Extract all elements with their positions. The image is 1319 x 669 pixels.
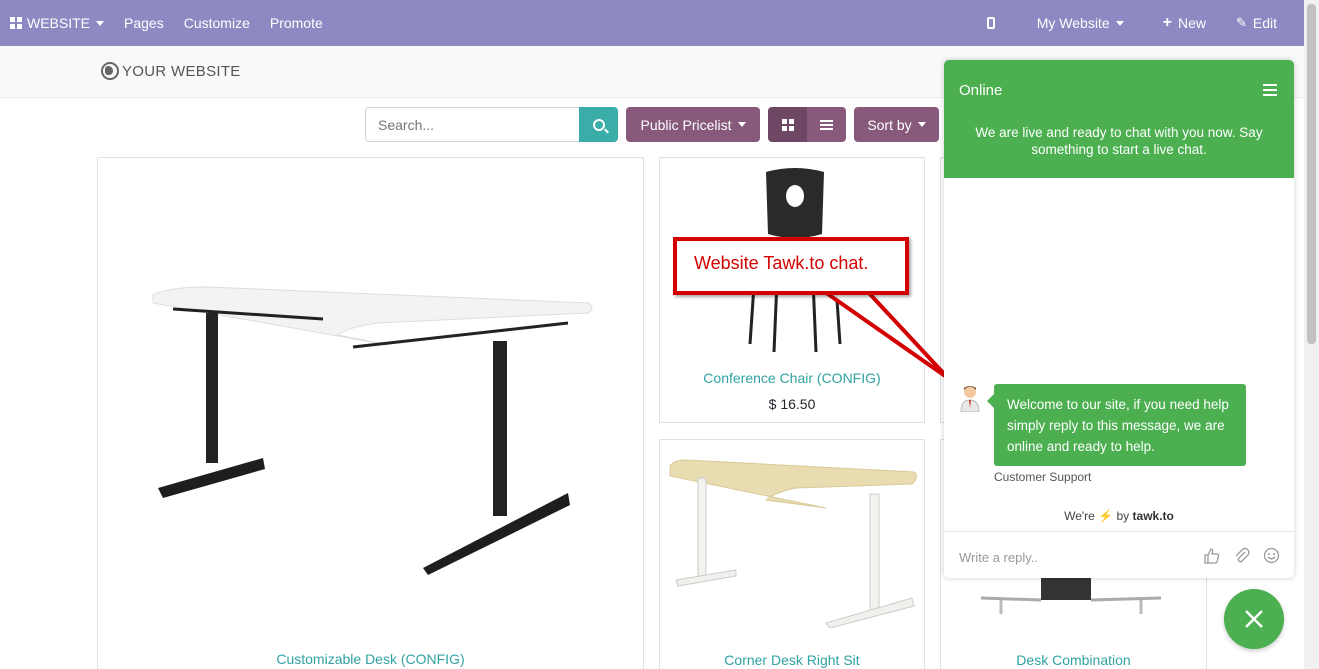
chat-status: Online	[959, 82, 1003, 99]
search-button[interactable]	[579, 107, 618, 142]
chat-sender-name: Customer Support	[994, 470, 1092, 484]
my-website-menu[interactable]: My Website	[1017, 0, 1144, 46]
product-card[interactable]: Corner Desk Right Sit	[659, 439, 925, 669]
pricelist-label: Public Pricelist	[640, 116, 732, 133]
pages-menu[interactable]: Pages	[114, 0, 174, 46]
product-name[interactable]: Corner Desk Right Sit	[660, 652, 924, 668]
sort-by-dropdown[interactable]: Sort by	[854, 107, 939, 142]
sort-by-label: Sort by	[867, 116, 912, 133]
chevron-down-icon	[96, 20, 105, 26]
reply-area: Write a reply..	[944, 531, 1294, 578]
pencil-icon: ✎	[1235, 15, 1247, 30]
product-name[interactable]: Customizable Desk (CONFIG)	[98, 651, 643, 667]
product-price: $ 16.50	[768, 396, 816, 412]
agent-avatar	[960, 386, 980, 412]
new-label: New	[1177, 15, 1206, 31]
logo-text: YOUR WEBSITE	[122, 62, 241, 80]
lightning-icon: ⚡	[1098, 509, 1114, 523]
admin-navbar: WEBSITE Pages Customize Promote My Websi…	[0, 0, 1304, 46]
corner-desk-image	[669, 459, 918, 628]
view-toggle	[768, 107, 846, 142]
chat-message-text: Welcome to our site, if you need help si…	[1007, 397, 1229, 454]
chat-widget: Online We are live and ready to chat wit…	[944, 60, 1294, 578]
customize-label: Customize	[183, 15, 250, 31]
chevron-down-icon	[1115, 20, 1124, 26]
thumbs-up-icon[interactable]	[1202, 546, 1220, 564]
brand-prefix: We're	[1064, 509, 1095, 523]
mobile-preview-button[interactable]	[965, 0, 1017, 46]
grid-view-icon	[781, 118, 794, 131]
website-menu[interactable]: WEBSITE	[0, 0, 114, 46]
globe-icon	[101, 62, 119, 80]
pages-label: Pages	[124, 15, 164, 31]
apps-grid-icon	[10, 17, 22, 29]
mobile-icon	[986, 17, 995, 29]
hamburger-menu-icon[interactable]	[1263, 84, 1277, 96]
product-name[interactable]: Conference Chair (CONFIG)	[660, 370, 924, 386]
chevron-down-icon	[917, 122, 926, 127]
annotation-text: Website Tawk.to chat.	[694, 253, 869, 273]
promote-label: Promote	[269, 15, 323, 31]
list-view-button[interactable]	[807, 107, 846, 142]
close-icon	[1245, 610, 1263, 628]
chat-close-button[interactable]	[1224, 589, 1284, 649]
edit-label: Edit	[1252, 15, 1277, 31]
reply-input[interactable]: Write a reply..	[959, 550, 1038, 565]
chat-message-bubble: Welcome to our site, if you need help si…	[987, 384, 1246, 466]
product-card[interactable]: Customizable Desk (CONFIG)	[97, 157, 644, 669]
chat-intro-text: We are live and ready to chat with you n…	[975, 125, 1263, 157]
list-view-icon	[820, 119, 833, 130]
attachment-icon[interactable]	[1232, 546, 1250, 564]
brand-name: tawk.to	[1132, 509, 1174, 523]
plus-icon: +	[1162, 14, 1172, 31]
my-website-label: My Website	[1036, 15, 1110, 31]
page-scrollbar[interactable]	[1304, 0, 1319, 669]
edit-button[interactable]: ✎ Edit	[1225, 0, 1304, 46]
customize-menu[interactable]: Customize	[174, 0, 260, 46]
desk-image	[152, 286, 593, 575]
promote-menu[interactable]: Promote	[260, 0, 333, 46]
chevron-down-icon	[737, 122, 746, 127]
emoji-icon[interactable]	[1262, 546, 1280, 564]
annotation-callout: Website Tawk.to chat.	[673, 237, 909, 295]
grid-view-button[interactable]	[768, 107, 807, 142]
chat-header: Online We are live and ready to chat wit…	[944, 60, 1294, 178]
tawkto-branding[interactable]: We're ⚡ by tawk.to	[944, 509, 1294, 523]
search-icon	[592, 118, 605, 131]
search-input[interactable]	[365, 107, 580, 142]
pricelist-dropdown[interactable]: Public Pricelist	[626, 107, 760, 142]
new-button[interactable]: + New	[1144, 0, 1225, 46]
website-menu-label: WEBSITE	[27, 15, 91, 31]
product-name[interactable]: Desk Combination	[941, 652, 1206, 668]
site-logo[interactable]: YOUR WEBSITE	[101, 62, 241, 80]
scrollbar-thumb[interactable]	[1307, 4, 1316, 344]
brand-by: by	[1116, 509, 1130, 523]
